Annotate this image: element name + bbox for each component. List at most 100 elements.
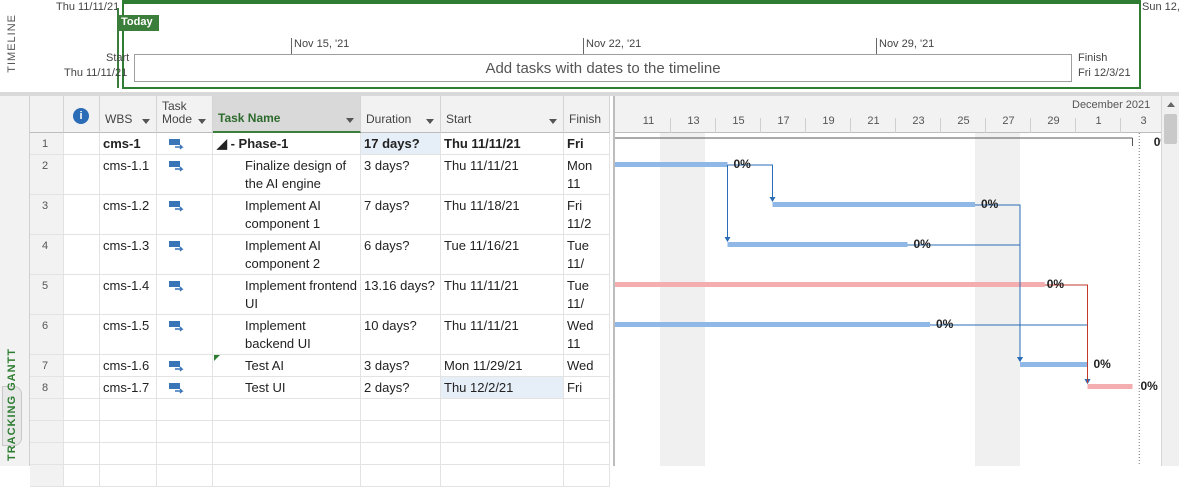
duration-cell[interactable]: 2 days? xyxy=(361,377,441,398)
task-name-cell[interactable]: Implement frontend UI xyxy=(213,275,361,314)
empty-row[interactable] xyxy=(30,443,610,465)
start-cell[interactable]: Thu 11/11/21 xyxy=(441,275,564,314)
finish-cell[interactable]: Fri 11/2 xyxy=(564,195,610,234)
task-name-cell[interactable]: Finalize design of the AI engine xyxy=(213,155,361,194)
chevron-down-icon[interactable] xyxy=(346,118,354,123)
table-row[interactable]: 5 cms-1.4 Implement frontend UI 13.16 days?… xyxy=(30,275,610,315)
task-mode-column-header[interactable]: Task Mode xyxy=(157,96,213,133)
task-name-cell[interactable]: Implement backend UI xyxy=(213,315,361,354)
duration-cell[interactable]: 17 days? xyxy=(361,133,441,154)
start-cell[interactable]: Thu 11/11/21 xyxy=(441,133,564,154)
start-cell[interactable]: Thu 11/11/21 xyxy=(441,155,564,194)
start-cell[interactable]: Thu 12/2/21 xyxy=(441,377,564,398)
timeline-bar[interactable]: Add tasks with dates to the timeline xyxy=(134,54,1072,82)
task-mode-cell[interactable] xyxy=(157,377,213,398)
empty-row[interactable] xyxy=(30,421,610,443)
info-column-header[interactable]: i xyxy=(64,96,100,133)
finish-column-header[interactable]: Finish xyxy=(564,96,610,133)
empty-cell[interactable] xyxy=(64,465,100,486)
empty-cell[interactable] xyxy=(361,465,441,486)
timeline-pane[interactable]: TIMELINE Thu 11/11/21 Sun 12, Today Nov … xyxy=(0,0,1179,94)
select-all-corner[interactable] xyxy=(30,96,64,133)
task-mode-cell[interactable] xyxy=(157,155,213,194)
table-row[interactable]: 4 cms-1.3 Implement AI component 26 days? T… xyxy=(30,235,610,275)
empty-cell[interactable] xyxy=(30,465,64,486)
empty-cell[interactable] xyxy=(441,399,564,420)
table-row[interactable]: 6 cms-1.5 Implement backend UI 10 days? Thu … xyxy=(30,315,610,355)
task-name-cell[interactable]: Implement AI component 1 xyxy=(213,195,361,234)
empty-cell[interactable] xyxy=(157,421,213,442)
empty-cell[interactable] xyxy=(213,465,361,486)
gantt-chart[interactable]: December 2021 11131517192123252729130%0%… xyxy=(613,96,1161,466)
chevron-down-icon[interactable] xyxy=(549,119,557,124)
empty-cell[interactable] xyxy=(564,399,610,420)
wbs-cell[interactable]: cms-1.2 xyxy=(100,195,157,234)
empty-cell[interactable] xyxy=(100,443,157,464)
chevron-down-icon[interactable] xyxy=(142,119,150,124)
wbs-cell[interactable]: cms-1.1 xyxy=(100,155,157,194)
task-mode-cell[interactable] xyxy=(157,355,213,376)
wbs-cell[interactable]: cms-1.5 xyxy=(100,315,157,354)
finish-cell[interactable]: Tue 11/ xyxy=(564,275,610,314)
task-name-column-header[interactable]: Task Name xyxy=(213,96,361,133)
empty-cell[interactable] xyxy=(30,443,64,464)
scroll-thumb[interactable] xyxy=(1164,114,1177,144)
duration-cell[interactable]: 13.16 days? xyxy=(361,275,441,314)
empty-cell[interactable] xyxy=(441,421,564,442)
empty-cell[interactable] xyxy=(157,443,213,464)
empty-cell[interactable] xyxy=(441,443,564,464)
duration-cell[interactable]: 7 days? xyxy=(361,195,441,234)
table-row[interactable]: 2 cms-1.1 Finalize design of the AI engine… xyxy=(30,155,610,195)
vertical-scrollbar[interactable] xyxy=(1161,96,1179,466)
finish-cell[interactable]: Mon 11 xyxy=(564,155,610,194)
task-mode-cell[interactable] xyxy=(157,275,213,314)
empty-cell[interactable] xyxy=(361,443,441,464)
empty-cell[interactable] xyxy=(361,421,441,442)
finish-cell[interactable]: Wed 12 xyxy=(564,355,610,376)
empty-cell[interactable] xyxy=(564,443,610,464)
empty-cell[interactable] xyxy=(30,421,64,442)
wbs-cell[interactable]: cms-1.3 xyxy=(100,235,157,274)
empty-cell[interactable] xyxy=(100,465,157,486)
empty-cell[interactable] xyxy=(564,421,610,442)
empty-cell[interactable] xyxy=(213,443,361,464)
wbs-cell[interactable]: cms-1 xyxy=(100,133,157,154)
start-cell[interactable]: Tue 11/16/21 xyxy=(441,235,564,274)
empty-cell[interactable] xyxy=(157,465,213,486)
empty-cell[interactable] xyxy=(100,421,157,442)
empty-cell[interactable] xyxy=(564,465,610,486)
empty-cell[interactable] xyxy=(441,465,564,486)
empty-cell[interactable] xyxy=(213,421,361,442)
finish-cell[interactable]: Fri 12/3 xyxy=(564,133,610,154)
empty-row[interactable] xyxy=(30,399,610,421)
empty-cell[interactable] xyxy=(64,399,100,420)
chevron-down-icon[interactable] xyxy=(198,119,206,124)
table-row[interactable]: 7 cms-1.6 Test AI3 days?Mon 11/29/21Wed 12 xyxy=(30,355,610,377)
scroll-up-icon[interactable] xyxy=(1167,102,1175,107)
empty-row[interactable] xyxy=(30,465,610,487)
task-name-cell[interactable]: Test AI xyxy=(213,355,361,376)
wbs-column-header[interactable]: WBS xyxy=(100,96,157,133)
duration-cell[interactable]: 3 days? xyxy=(361,155,441,194)
start-cell[interactable]: Thu 11/11/21 xyxy=(441,315,564,354)
task-mode-cell[interactable] xyxy=(157,195,213,234)
empty-cell[interactable] xyxy=(30,399,64,420)
wbs-cell[interactable]: cms-1.6 xyxy=(100,355,157,376)
start-cell[interactable]: Mon 11/29/21 xyxy=(441,355,564,376)
duration-cell[interactable]: 10 days? xyxy=(361,315,441,354)
empty-cell[interactable] xyxy=(213,399,361,420)
task-mode-cell[interactable] xyxy=(157,133,213,154)
duration-cell[interactable]: 3 days? xyxy=(361,355,441,376)
wbs-cell[interactable]: cms-1.4 xyxy=(100,275,157,314)
finish-cell[interactable]: Wed 11 xyxy=(564,315,610,354)
table-row[interactable]: 3 cms-1.2 Implement AI component 17 days? T… xyxy=(30,195,610,235)
task-mode-cell[interactable] xyxy=(157,315,213,354)
duration-column-header[interactable]: Duration xyxy=(361,96,441,133)
task-name-cell[interactable]: Test UI xyxy=(213,377,361,398)
wbs-cell[interactable]: cms-1.7 xyxy=(100,377,157,398)
table-row[interactable]: 8 cms-1.7 Test UI2 days?Thu 12/2/21Fri 12/… xyxy=(30,377,610,399)
start-column-header[interactable]: Start xyxy=(441,96,564,133)
start-cell[interactable]: Thu 11/18/21 xyxy=(441,195,564,234)
task-name-cell[interactable]: ◢ - Phase-1 xyxy=(213,133,361,154)
finish-cell[interactable]: Fri 12/3 xyxy=(564,377,610,398)
